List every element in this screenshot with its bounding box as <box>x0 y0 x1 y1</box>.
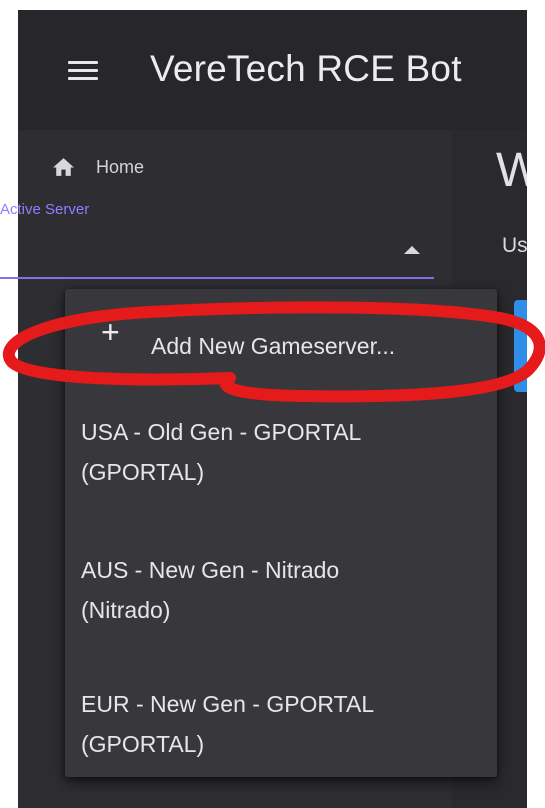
caret-up-icon[interactable] <box>404 246 420 254</box>
option-label-line-1: EUR - New Gen - GPORTAL <box>81 691 375 717</box>
active-server-label: Active Server <box>0 201 90 218</box>
page-subtitle: Use <box>502 234 527 257</box>
option-label-line-2: (GPORTAL) <box>81 731 205 757</box>
option-label-line-2: (Nitrado) <box>81 597 171 623</box>
server-option-aus[interactable]: AUS - New Gen - Nitrado (Nitrado) <box>65 551 497 635</box>
app-title: VereTech RCE Bot <box>150 48 462 89</box>
server-option-eur[interactable]: EUR - New Gen - GPORTAL (GPORTAL) <box>65 685 497 769</box>
plus-icon: + <box>101 314 120 350</box>
server-dropdown-menu: + Add New Gameserver... USA - Old Gen - … <box>65 289 497 777</box>
option-label-line-1: USA - Old Gen - GPORTAL <box>81 419 362 445</box>
option-label-line-2: (GPORTAL) <box>81 459 205 485</box>
add-gameserver-option[interactable]: + Add New Gameserver... <box>65 314 497 381</box>
option-label-line-1: AUS - New Gen - Nitrado <box>81 557 340 583</box>
active-server-select[interactable] <box>0 228 434 278</box>
primary-action-button[interactable] <box>514 300 527 392</box>
hamburger-menu-icon[interactable] <box>68 59 98 83</box>
select-underline <box>0 277 434 279</box>
page-title: W <box>496 144 527 197</box>
app-bar: VereTech RCE Bot <box>18 10 527 130</box>
sidebar-item-home[interactable]: Home <box>50 151 144 183</box>
sidebar-item-label: Home <box>96 156 145 177</box>
home-icon <box>53 157 74 176</box>
server-option-usa[interactable]: USA - Old Gen - GPORTAL (GPORTAL) <box>65 413 497 497</box>
option-label: Add New Gameserver... <box>151 333 396 359</box>
